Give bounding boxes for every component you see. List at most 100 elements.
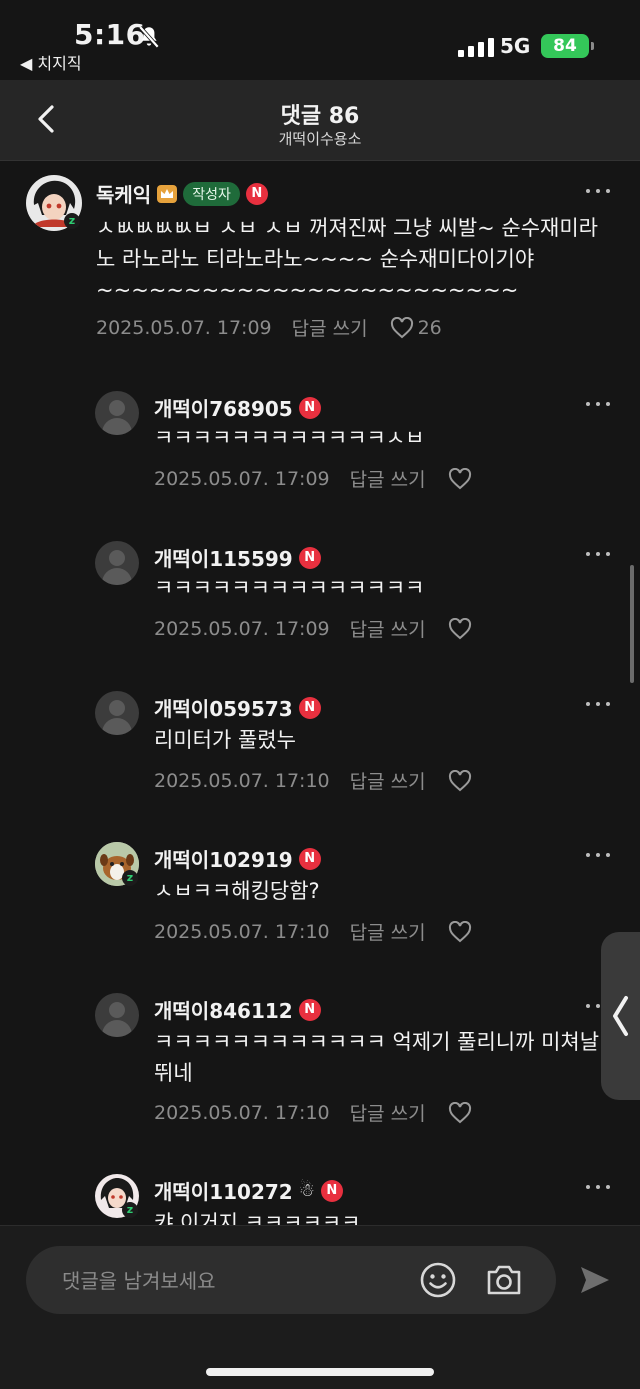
n-badge: N <box>298 546 321 569</box>
more-icon[interactable] <box>586 189 610 195</box>
avatar[interactable] <box>95 391 139 435</box>
send-icon[interactable] <box>578 1264 612 1296</box>
like-button[interactable] <box>448 1101 472 1124</box>
network-type: 5G <box>500 34 531 58</box>
comment-date: 2025.05.07. 17:09 <box>154 467 330 490</box>
battery-indicator: 84 <box>541 34 589 58</box>
n-badge: N <box>298 998 321 1021</box>
status-time: 5:16 <box>74 18 146 51</box>
like-button[interactable] <box>448 769 472 792</box>
avatar[interactable] <box>95 541 139 585</box>
comment-author-name[interactable]: 개떡이768905 <box>154 393 293 422</box>
comment-meta: 2025.05.07. 17:09 답글 쓰기 <box>154 615 472 642</box>
like-button[interactable] <box>448 617 472 640</box>
reply-item: z 개떡이102919 N ㅅㅂㅋㅋ해킹당함? 2025.05.07. 17:1… <box>0 832 640 972</box>
comment-text: ㅋㅋㅋㅋㅋㅋㅋㅋㅋㅋㅋㅋ 억제기 풀리니까 미쳐날뛰네 <box>154 1030 600 1085</box>
avatar[interactable] <box>95 993 139 1037</box>
n-badge: N <box>245 182 268 205</box>
reply-button[interactable]: 답글 쓰기 <box>350 1099 426 1126</box>
comment-author-name[interactable]: 개떡이059573 <box>154 693 293 722</box>
comment-item: z 독케익 작성자 N ㅅㅄㅄㅄㅄㅂ ㅅㅂ ㅅㅂ 꺼져진짜 그냥 씨발~ 순수재… <box>0 161 640 361</box>
scrollbar[interactable] <box>630 565 634 683</box>
emoji-icon[interactable] <box>419 1261 457 1299</box>
more-icon[interactable] <box>586 552 610 558</box>
comment-header: 개떡이110272 ☃ N <box>154 1176 343 1205</box>
signal-icon <box>458 38 494 57</box>
status-bar: 5:16 ◀ 치지직 5G 84 <box>0 0 640 80</box>
like-button[interactable] <box>448 467 472 490</box>
heart-icon <box>390 316 413 338</box>
like-button[interactable]: 26 <box>390 316 442 339</box>
snowman-icon: ☃ <box>298 1180 315 1201</box>
comment-input-bar <box>0 1225 640 1389</box>
z-badge-icon: z <box>64 213 80 229</box>
more-icon[interactable] <box>586 853 610 859</box>
reply-item: 개떡이115599 N ㅋㅋㅋㅋㅋㅋㅋㅋㅋㅋㅋㅋㅋㅋ 2025.05.07. 1… <box>0 531 640 671</box>
heart-icon <box>448 769 471 791</box>
comment-date: 2025.05.07. 17:09 <box>96 316 272 339</box>
camera-icon[interactable] <box>485 1262 523 1298</box>
reply-button[interactable]: 답글 쓰기 <box>350 465 426 492</box>
page-subtitle: 개떡이수용소 <box>278 130 362 148</box>
comment-meta: 2025.05.07. 17:10 답글 쓰기 <box>154 918 472 945</box>
reply-item: 개떡이059573 N 리미터가 풀렸누 2025.05.07. 17:10 답… <box>0 681 640 821</box>
reply-item: z 개떡이110272 ☃ N 캬 이거지 ㅋㅋㅋㅋㅋㅋ <box>0 1164 640 1225</box>
z-badge-icon: z <box>122 870 138 886</box>
comment-header: 개떡이846112 N <box>154 995 321 1024</box>
reply-button[interactable]: 답글 쓰기 <box>350 918 426 945</box>
more-icon[interactable] <box>586 702 610 708</box>
n-badge: N <box>320 1179 343 1202</box>
reply-button[interactable]: 답글 쓰기 <box>350 767 426 794</box>
comment-date: 2025.05.07. 17:10 <box>154 769 330 792</box>
comment-list: z 독케익 작성자 N ㅅㅄㅄㅄㅄㅂ ㅅㅂ ㅅㅂ 꺼져진짜 그냥 씨발~ 순수재… <box>0 161 640 1225</box>
comment-author-name[interactable]: 개떡이846112 <box>154 995 293 1024</box>
n-badge: N <box>298 396 321 419</box>
comment-meta: 2025.05.07. 17:10 답글 쓰기 <box>154 767 472 794</box>
comment-meta: 2025.05.07. 17:09 답글 쓰기 <box>154 465 472 492</box>
comments-header: 댓글 86 개떡이수용소 <box>0 80 640 161</box>
side-panel-tab[interactable] <box>601 932 640 1100</box>
comment-text: ㅋㅋㅋㅋㅋㅋㅋㅋㅋㅋㅋㅋㅋㅋ <box>154 576 425 600</box>
comment-input[interactable] <box>60 1246 404 1316</box>
more-icon[interactable] <box>586 1185 610 1191</box>
comment-author-name[interactable]: 개떡이102919 <box>154 844 293 873</box>
comment-header: 독케익 작성자 N <box>96 179 268 208</box>
avatar[interactable] <box>95 691 139 735</box>
more-icon[interactable] <box>586 402 610 408</box>
page-title: 댓글 86 <box>280 104 360 129</box>
comment-author-name[interactable]: 개떡이110272 <box>154 1176 293 1205</box>
comment-date: 2025.05.07. 17:10 <box>154 1101 330 1124</box>
heart-icon <box>448 1101 471 1123</box>
crown-icon <box>157 184 178 203</box>
like-count: 26 <box>417 316 442 339</box>
comment-header: 개떡이115599 N <box>154 543 321 572</box>
author-badge: 작성자 <box>183 181 240 206</box>
heart-icon <box>448 920 471 942</box>
home-indicator <box>206 1368 434 1376</box>
comment-author-name[interactable]: 개떡이115599 <box>154 543 293 572</box>
reply-button[interactable]: 답글 쓰기 <box>292 314 368 341</box>
side-panel-chevron-icon <box>613 996 628 1036</box>
like-button[interactable] <box>448 920 472 943</box>
bell-slash-icon <box>138 25 160 49</box>
comment-date: 2025.05.07. 17:09 <box>154 617 330 640</box>
comment-text: ㅋㅋㅋㅋㅋㅋㅋㅋㅋㅋㅋㅋㅅㅂ <box>154 426 425 450</box>
comment-meta: 2025.05.07. 17:10 답글 쓰기 <box>154 1099 472 1126</box>
comment-text: 리미터가 풀렸누 <box>154 728 296 752</box>
comment-header: 개떡이059573 N <box>154 693 321 722</box>
comment-input-container <box>26 1246 556 1316</box>
n-badge: N <box>298 696 321 719</box>
heart-icon <box>448 617 471 639</box>
comment-text: ㅅㅄㅄㅄㅄㅂ ㅅㅂ ㅅㅂ 꺼져진짜 그냥 씨발~ 순수재미라노 라노라노 티라노… <box>96 216 599 302</box>
comment-header: 개떡이102919 N <box>154 844 321 873</box>
comment-text: ㅅㅂㅋㅋ해킹당함? <box>154 879 320 903</box>
reply-button[interactable]: 답글 쓰기 <box>350 615 426 642</box>
heart-icon <box>448 467 471 489</box>
comment-meta: 2025.05.07. 17:09 답글 쓰기 26 <box>96 314 442 341</box>
back-to-app-link[interactable]: ◀ 치지직 <box>20 50 82 74</box>
comment-author-name[interactable]: 독케익 <box>96 179 151 208</box>
battery-tip <box>591 42 594 50</box>
comment-text: 캬 이거지 ㅋㅋㅋㅋㅋㅋ <box>154 1211 361 1225</box>
comment-header: 개떡이768905 N <box>154 393 321 422</box>
reply-item: 개떡이768905 N ㅋㅋㅋㅋㅋㅋㅋㅋㅋㅋㅋㅋㅅㅂ 2025.05.07. 1… <box>0 381 640 521</box>
